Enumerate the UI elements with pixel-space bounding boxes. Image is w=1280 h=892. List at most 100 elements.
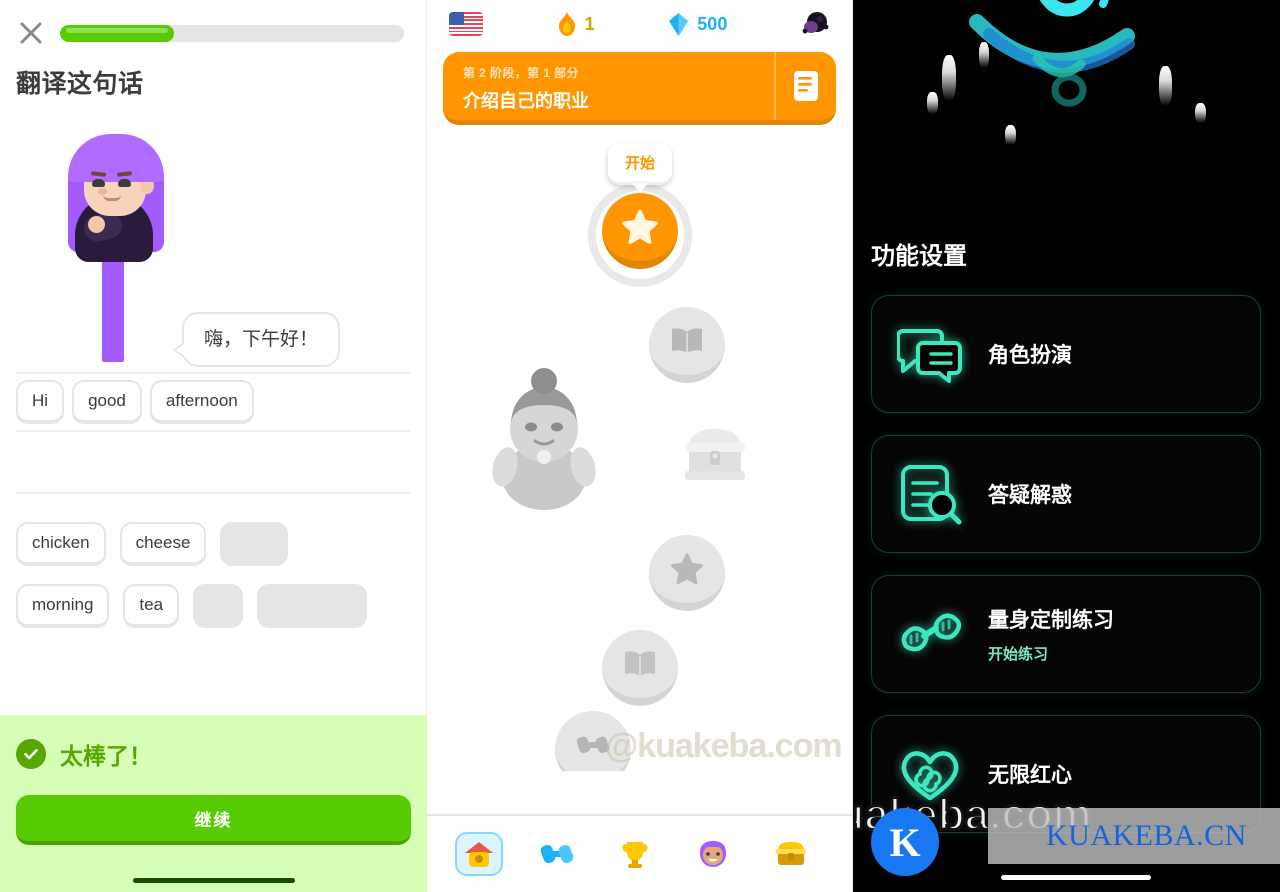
word-bank-tile[interactable]: cheese xyxy=(119,522,207,566)
path-panel: 1 500 第 2 阶段，第 1 部分 介绍自己的职业 开始 @kuakeba.… xyxy=(427,0,853,892)
book-icon xyxy=(625,651,655,676)
guidebook-icon xyxy=(794,71,818,101)
answer-line-2[interactable] xyxy=(16,432,410,494)
unit-title: 介绍自己的职业 xyxy=(463,91,589,111)
gem-value: 500 xyxy=(697,13,728,34)
owl-mascot-button[interactable] xyxy=(800,10,830,38)
speech-bubble[interactable]: 嗨，下午好！ xyxy=(172,312,341,367)
path-node-6[interactable] xyxy=(555,711,631,771)
home-indicator xyxy=(132,878,295,883)
start-tooltip[interactable]: 开始 xyxy=(607,143,673,193)
chat-bubbles-icon xyxy=(894,322,966,386)
nav-item-practice[interactable] xyxy=(533,832,581,876)
speech-bubble-text: 嗨，下午好！ xyxy=(204,329,319,350)
settings-card-roleplay[interactable]: 角色扮演 xyxy=(871,295,1261,413)
grandma-character xyxy=(492,368,596,510)
path-node-4[interactable] xyxy=(649,535,725,619)
nav-item-quests[interactable] xyxy=(767,832,815,876)
lesson-character-area: 嗨，下午好！ xyxy=(0,122,426,372)
nav-item-profile[interactable] xyxy=(689,832,737,876)
path-node-3[interactable] xyxy=(677,423,753,507)
card-text: 角色扮演 xyxy=(988,339,1072,369)
node-circle-locked[interactable] xyxy=(649,307,725,383)
word-bank-tile[interactable]: chicken xyxy=(16,522,106,566)
answer-area: Hi good afternoon xyxy=(0,372,426,494)
spark-particle xyxy=(927,92,938,114)
home-icon xyxy=(465,842,493,867)
settings-card-list: 角色扮演 答疑解惑 量身定制练习 开始练习 无限红心 xyxy=(871,295,1261,855)
unit-subtitle: 第 2 阶段，第 1 部分 xyxy=(463,66,579,80)
node-circle-locked[interactable] xyxy=(649,535,725,611)
character-nose xyxy=(98,188,107,195)
watermark-badge-logo: K xyxy=(871,808,939,876)
answer-tile[interactable]: Hi xyxy=(16,380,65,424)
answer-tile[interactable]: afternoon xyxy=(149,380,254,424)
home-indicator xyxy=(1001,875,1151,880)
card-text: 答疑解惑 xyxy=(988,479,1072,509)
node-circle-locked[interactable] xyxy=(602,630,678,706)
lesson-panel: 翻译这句话 嗨，下午好！ Hi good afternoon chicken c… xyxy=(0,0,427,892)
bottom-navigation xyxy=(427,814,852,892)
infinity-heart-icon xyxy=(894,742,966,806)
page-title: 功能设置 xyxy=(871,243,967,270)
settings-panel: 功能设置 角色扮演 答疑解惑 量身定制练习 开始练习 无限红心 a ba. KU… xyxy=(853,0,1280,892)
streak-value: 1 xyxy=(584,13,595,34)
character-eye-right xyxy=(118,179,131,187)
spark-particle xyxy=(1005,125,1016,145)
word-bank-row: morning tea xyxy=(16,584,410,628)
hero-illustration xyxy=(853,0,1280,215)
gem-counter[interactable]: 500 xyxy=(667,12,727,37)
unit-banner-text: 第 2 阶段，第 1 部分 介绍自己的职业 xyxy=(443,52,774,120)
check-circle-icon xyxy=(16,739,46,769)
lesson-prompt-title: 翻译这句话 xyxy=(16,70,144,98)
answer-tile[interactable]: good xyxy=(72,380,142,424)
card-subtitle[interactable]: 开始练习 xyxy=(988,643,1114,664)
lesson-progress-bar xyxy=(60,24,404,42)
continue-button[interactable]: 继续 xyxy=(16,795,411,845)
path-node-1[interactable] xyxy=(588,183,692,287)
owl-icon xyxy=(802,12,829,34)
path-stats-bar: 1 500 xyxy=(427,0,852,48)
path-nodes-area: 开始 @kuakeba.com xyxy=(427,125,852,814)
card-text: 量身定制练习 开始练习 xyxy=(988,604,1114,664)
character-hand xyxy=(88,216,105,233)
dumbbell-icon xyxy=(576,736,610,754)
path-node-2[interactable] xyxy=(649,307,725,391)
answer-line-1[interactable]: Hi good afternoon xyxy=(16,372,410,432)
us-flag-icon xyxy=(449,12,483,36)
gem-icon xyxy=(669,12,689,36)
lesson-progress-fill xyxy=(60,24,174,42)
watermark-badge-text: KUAKEBA.CN xyxy=(1046,819,1247,852)
document-search-icon xyxy=(894,462,966,526)
nav-item-home[interactable] xyxy=(455,832,503,876)
streak-counter[interactable]: 1 xyxy=(556,11,595,37)
word-bank: chicken cheese morning tea xyxy=(0,494,426,628)
word-bank-tile[interactable]: tea xyxy=(123,584,180,628)
lesson-header xyxy=(0,0,426,48)
unit-banner[interactable]: 第 2 阶段，第 1 部分 介绍自己的职业 xyxy=(443,52,836,125)
node-circle-active[interactable] xyxy=(602,193,678,269)
trophy-icon xyxy=(622,842,648,868)
watermark-badge: KUAKEBA.CN xyxy=(988,808,1280,864)
close-icon[interactable] xyxy=(16,18,46,48)
character-hair-front xyxy=(68,134,164,182)
star-icon xyxy=(622,209,658,244)
screenshot-root: 翻译这句话 嗨，下午好！ Hi good afternoon chicken c… xyxy=(0,0,1280,892)
settings-card-qa[interactable]: 答疑解惑 xyxy=(871,435,1261,553)
dumbbell-outline-icon xyxy=(894,602,966,666)
feedback-banner: 太棒了！ 继续 xyxy=(0,715,427,892)
word-bank-tile[interactable]: morning xyxy=(16,584,110,628)
spark-particle xyxy=(1195,103,1206,123)
word-bank-row: chicken cheese xyxy=(16,522,410,566)
profile-icon xyxy=(700,841,726,867)
chest-icon xyxy=(685,429,745,480)
language-selector[interactable] xyxy=(449,12,483,36)
card-title: 无限红心 xyxy=(988,764,1072,787)
path-node-5[interactable] xyxy=(602,630,678,714)
watermark-text: @kuakeba.com xyxy=(605,727,843,765)
nav-item-leaderboard[interactable] xyxy=(611,832,659,876)
guidebook-button[interactable] xyxy=(774,52,836,120)
node-circle-locked[interactable] xyxy=(555,711,631,771)
settings-card-custom-practice[interactable]: 量身定制练习 开始练习 xyxy=(871,575,1261,693)
spark-particle xyxy=(942,55,956,101)
